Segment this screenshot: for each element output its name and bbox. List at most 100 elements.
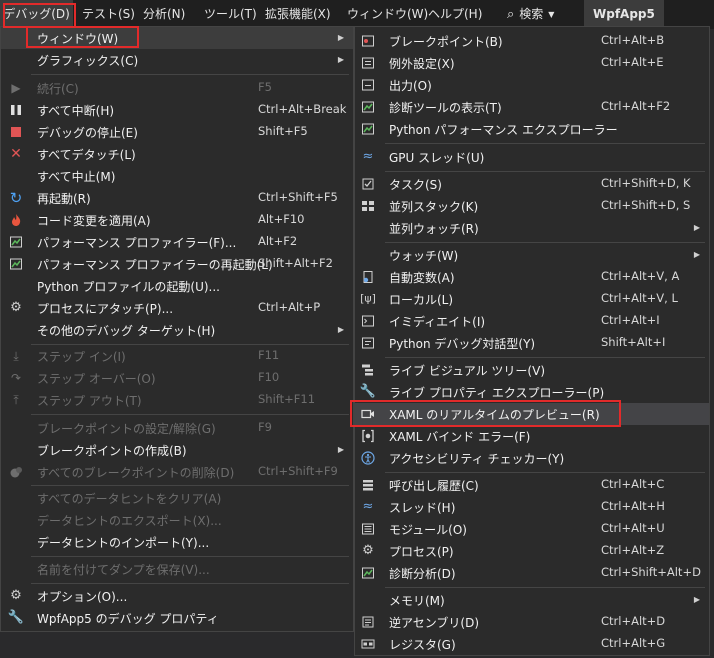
menu-item-processes[interactable]: ⚙ プロセス(P) Ctrl+Alt+Z xyxy=(355,540,709,562)
menu-item-output[interactable]: 出力(O) xyxy=(355,74,709,96)
menu-item-python-performance-explorer[interactable]: Python パフォーマンス エクスプローラー xyxy=(355,118,709,140)
menu-item-delete-all-breakpoints[interactable]: すべてのブレークポイントの削除(D) Ctrl+Shift+F9 xyxy=(1,461,353,483)
menu-analyze[interactable]: 分析(N) xyxy=(143,0,185,29)
menu-item-save-dump[interactable]: 名前を付けてダンプを保存(V)... xyxy=(1,558,353,580)
menu-item-attach-to-process[interactable]: ⚙ プロセスにアタッチ(P)... Ctrl+Alt+P xyxy=(1,297,353,319)
menu-item-registers[interactable]: レジスタ(G) Ctrl+Alt+G xyxy=(355,633,709,655)
menu-item-immediate[interactable]: イミディエイト(I) Ctrl+Alt+I xyxy=(355,310,709,332)
menu-item-memory[interactable]: メモリ(M) ▶ xyxy=(355,589,709,611)
menu-item-call-stack[interactable]: 呼び出し履歴(C) Ctrl+Alt+C xyxy=(355,474,709,496)
menu-tools[interactable]: ツール(T) xyxy=(204,0,257,29)
menu-item-windows[interactable]: ウィンドウ(W) ▶ xyxy=(1,27,353,49)
diagnostic-analysis-icon xyxy=(361,566,375,580)
menu-item-step-over[interactable]: ↷ ステップ オーバー(O) F10 xyxy=(1,367,353,389)
menu-item-toggle-breakpoint[interactable]: ブレークポイントの設定/解除(G) F9 xyxy=(1,417,353,439)
menu-item-step-out[interactable]: ⤒ ステップ アウト(T) Shift+F11 xyxy=(1,389,353,411)
threads-wave-icon: ≈ xyxy=(362,149,374,164)
menu-help[interactable]: ヘルプ(H) xyxy=(428,0,482,29)
menu-item-disassembly[interactable]: 逆アセンブリ(D) Ctrl+Alt+D xyxy=(355,611,709,633)
menu-item-python-profiling[interactable]: Python プロファイルの起動(U)... xyxy=(1,275,353,297)
menu-item-diagnostic-analysis[interactable]: 診断分析(D) Ctrl+Shift+Alt+D xyxy=(355,562,709,584)
menu-bar: デバッグ(D) テスト(S) 分析(N) ツール(T) 拡張機能(X) ウィンド… xyxy=(0,0,714,29)
menu-item-python-debug-interactive[interactable]: Python デバッグ対話型(Y) Shift+Alt+I xyxy=(355,332,709,354)
play-icon: ▶ xyxy=(11,81,21,95)
breakpoints-window-icon xyxy=(361,34,375,48)
search-label: 検索 xyxy=(519,7,544,21)
binding-failure-icon xyxy=(361,429,375,443)
menu-item-autos[interactable]: 自動変数(A) Ctrl+Alt+V, A xyxy=(355,266,709,288)
stop-icon xyxy=(9,125,23,139)
menu-item-parallel-watch[interactable]: 並列ウォッチ(R) ▶ xyxy=(355,217,709,239)
menu-item-detach-all[interactable]: ✕ すべてデタッチ(L) xyxy=(1,143,353,165)
menu-test[interactable]: テスト(S) xyxy=(82,0,135,29)
menu-item-clear-datatips[interactable]: すべてのデータヒントをクリア(A) xyxy=(1,487,353,509)
menu-item-continue[interactable]: ▶ 続行(C) F5 xyxy=(1,77,353,99)
menu-item-step-into[interactable]: ⤓ ステップ イン(I) F11 xyxy=(1,345,353,367)
chevron-down-icon: ▼ xyxy=(548,10,555,19)
call-stack-icon xyxy=(361,478,375,492)
menu-item-exception-settings[interactable]: 例外設定(X) Ctrl+Alt+E xyxy=(355,52,709,74)
menu-item-apply-code-changes[interactable]: コード変更を適用(A) Alt+F10 xyxy=(1,209,353,231)
menu-item-live-visual-tree[interactable]: ライブ ビジュアル ツリー(V) xyxy=(355,359,709,381)
modules-icon xyxy=(361,522,375,536)
menu-item-locals[interactable]: [ψ] ローカル(L) Ctrl+Alt+V, L xyxy=(355,288,709,310)
menu-item-options[interactable]: ⚙ オプション(O)... xyxy=(1,585,353,607)
menu-separator xyxy=(385,171,705,172)
live-visual-tree-icon xyxy=(361,363,375,377)
menu-separator xyxy=(385,242,705,243)
menu-item-performance-profiler[interactable]: パフォーマンス プロファイラー(F)... Alt+F2 xyxy=(1,231,353,253)
gear-icon: ⚙ xyxy=(362,543,374,558)
step-out-icon: ⤒ xyxy=(13,393,19,407)
chevron-right-icon: ▶ xyxy=(693,595,700,604)
menu-item-new-breakpoint[interactable]: ブレークポイントの作成(B) ▶ xyxy=(1,439,353,461)
performance-explorer-icon xyxy=(361,122,375,136)
menu-separator xyxy=(31,485,349,486)
menu-item-other-debug-targets[interactable]: その他のデバッグ ターゲット(H) ▶ xyxy=(1,319,353,341)
menu-item-debug-properties[interactable]: 🔧 WpfApp5 のデバッグ プロパティ xyxy=(1,607,353,629)
menu-item-accessibility-checker[interactable]: アクセシビリティ チェッカー(Y) xyxy=(355,447,709,469)
pause-icon xyxy=(9,103,23,117)
solution-name-badge: WpfApp5 xyxy=(584,0,664,29)
immediate-window-icon xyxy=(361,314,375,328)
menu-separator xyxy=(385,472,705,473)
chevron-right-icon: ▶ xyxy=(337,445,344,454)
registers-icon xyxy=(361,637,375,651)
menu-extensions[interactable]: 拡張機能(X) xyxy=(265,0,331,29)
restart-icon: ↻ xyxy=(9,189,23,207)
video-camera-icon xyxy=(361,407,375,421)
menu-item-watch[interactable]: ウォッチ(W) ▶ xyxy=(355,244,709,266)
interactive-window-icon xyxy=(361,336,375,350)
menu-separator xyxy=(385,143,705,144)
menu-item-xaml-binding-failures[interactable]: XAML バインド エラー(F) xyxy=(355,425,709,447)
menu-separator xyxy=(31,583,349,584)
performance-chart-icon xyxy=(9,235,23,249)
menu-item-break-all[interactable]: すべて中断(H) Ctrl+Alt+Break xyxy=(1,99,353,121)
menu-item-gpu-threads[interactable]: ≈ GPU スレッド(U) xyxy=(355,146,709,168)
search-box[interactable]: ⌕ 検索 ▼ xyxy=(507,0,554,29)
menu-item-export-datatips[interactable]: データヒントのエクスポート(X)... xyxy=(1,509,353,531)
performance-chart-icon xyxy=(9,257,23,271)
menu-item-tasks[interactable]: タスク(S) Ctrl+Shift+D, K xyxy=(355,173,709,195)
close-icon: ✕ xyxy=(10,146,22,162)
menu-item-restart[interactable]: ↻ 再起動(R) Ctrl+Shift+F5 xyxy=(1,187,353,209)
output-window-icon xyxy=(361,78,375,92)
parallel-stacks-icon xyxy=(361,199,375,213)
menu-item-diagnostic-tools[interactable]: 診断ツールの表示(T) Ctrl+Alt+F2 xyxy=(355,96,709,118)
menu-item-import-datatips[interactable]: データヒントのインポート(Y)... xyxy=(1,531,353,553)
menu-item-terminate-all[interactable]: すべて中止(M) xyxy=(1,165,353,187)
menu-window[interactable]: ウィンドウ(W) xyxy=(347,0,428,29)
gear-icon: ⚙ xyxy=(10,300,22,315)
menu-item-threads[interactable]: ≈ スレッド(H) Ctrl+Alt+H xyxy=(355,496,709,518)
menu-item-breakpoints[interactable]: ブレークポイント(B) Ctrl+Alt+B xyxy=(355,30,709,52)
step-over-icon: ↷ xyxy=(10,371,22,385)
debug-menu: ウィンドウ(W) ▶ グラフィックス(C) ▶ ▶ 続行(C) F5 すべて中断… xyxy=(0,26,354,632)
menu-item-stop-debugging[interactable]: デバッグの停止(E) Shift+F5 xyxy=(1,121,353,143)
menu-debug[interactable]: デバッグ(D) xyxy=(0,0,73,29)
menu-item-xaml-live-preview[interactable]: XAML のリアルタイムのプレビュー(R) xyxy=(355,403,709,425)
menu-item-parallel-stacks[interactable]: 並列スタック(K) Ctrl+Shift+D, S xyxy=(355,195,709,217)
menu-item-modules[interactable]: モジュール(O) Ctrl+Alt+U xyxy=(355,518,709,540)
menu-item-graphics[interactable]: グラフィックス(C) ▶ xyxy=(1,49,353,71)
menu-item-live-property-explorer[interactable]: 🔧 ライブ プロパティ エクスプローラー(P) xyxy=(355,381,709,403)
menu-item-relaunch-profiler[interactable]: パフォーマンス プロファイラーの再起動(L) Shift+Alt+F2 xyxy=(1,253,353,275)
menu-separator xyxy=(31,556,349,557)
